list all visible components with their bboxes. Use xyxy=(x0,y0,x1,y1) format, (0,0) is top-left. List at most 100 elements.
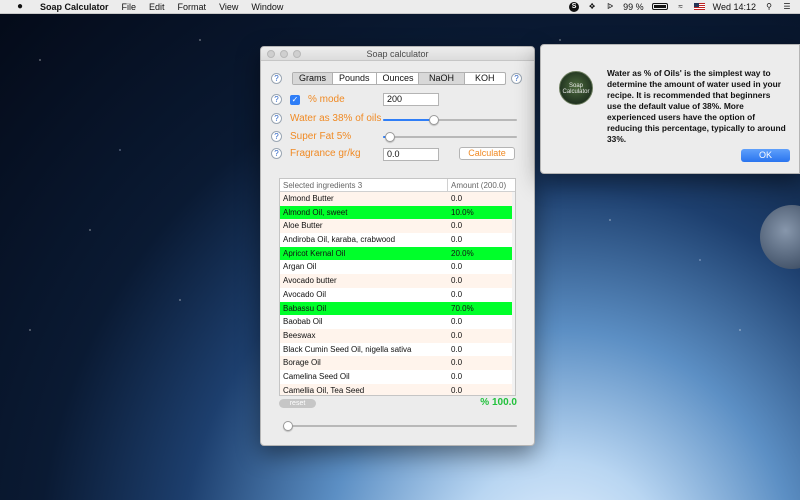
bottom-slider-knob[interactable] xyxy=(283,421,293,431)
ingredient-amount[interactable]: 0.0 xyxy=(448,315,514,329)
percent-mode-checkbox[interactable]: ✓ xyxy=(290,95,300,105)
dropbox-icon[interactable]: ❖ xyxy=(587,2,597,12)
ingredient-amount[interactable]: 0.0 xyxy=(448,384,514,395)
ok-button[interactable]: OK xyxy=(741,149,790,162)
ingredient-amount[interactable]: 0.0 xyxy=(448,192,514,206)
unit-segmented-control: Grams Pounds Ounces xyxy=(292,72,421,85)
ingredient-amount[interactable]: 0.0 xyxy=(448,274,514,288)
table-row[interactable]: Borage Oil 0.0 xyxy=(280,356,515,370)
help-lye-icon[interactable]: ? xyxy=(511,73,522,84)
flag-icon[interactable] xyxy=(693,3,705,10)
ingredient-name: Borage Oil xyxy=(283,358,321,368)
help-fragrance-icon[interactable]: ? xyxy=(271,148,282,159)
ingredient-amount[interactable]: 10.0% xyxy=(448,205,514,220)
skype-icon[interactable]: S xyxy=(569,1,580,12)
ingredient-name: Avocado butter xyxy=(283,276,337,286)
unit-ounces[interactable]: Ounces xyxy=(377,73,420,84)
ingredient-name: Camelina Seed Oil xyxy=(283,371,350,381)
calculate-button[interactable]: Calculate xyxy=(459,147,515,160)
ingredient-name: Beeswax xyxy=(283,330,316,340)
help-units-icon[interactable]: ? xyxy=(271,73,282,84)
table-row[interactable]: Camelina Seed Oil 0.0 xyxy=(280,370,515,384)
bottom-slider[interactable] xyxy=(283,421,517,431)
unit-pounds[interactable]: Pounds xyxy=(333,73,377,84)
table-row[interactable]: Argan Oil 0.0 xyxy=(280,260,515,274)
table-row[interactable]: Baobab Oil 0.0 xyxy=(280,315,515,329)
superfat-slider-knob[interactable] xyxy=(384,132,395,142)
table-row[interactable]: Babassu Oil 70.0% xyxy=(280,301,515,316)
help-water-icon[interactable]: ? xyxy=(271,113,282,124)
minimize-icon[interactable] xyxy=(280,50,288,58)
ingredient-amount[interactable]: 0.0 xyxy=(448,233,514,247)
superfat-label: Super Fat 5% xyxy=(290,131,352,142)
wifi-icon[interactable]: ≈ xyxy=(676,2,686,12)
help-message: Water as % of Oils' is the simplest way … xyxy=(607,68,786,144)
table-row[interactable]: Almond Oil, sweet 10.0% xyxy=(280,205,515,220)
table-row[interactable]: Camellia Oil, Tea Seed 0.0 xyxy=(280,383,515,395)
oil-amount-input[interactable]: 200 xyxy=(383,93,439,106)
table-row[interactable]: Avocado butter 0.0 xyxy=(280,274,515,288)
water-slider[interactable] xyxy=(383,115,517,125)
search-icon[interactable]: ⚲ xyxy=(764,2,774,12)
header-amount[interactable]: Amount (200.0) xyxy=(448,179,506,191)
header-ingredients[interactable]: Selected ingredients 3 xyxy=(280,179,448,191)
ingredients-table: Selected ingredients 3 Amount (200.0) Al… xyxy=(279,178,516,396)
table-row[interactable]: Avocado Oil 0.0 xyxy=(280,288,515,302)
ingredient-amount[interactable]: 0.0 xyxy=(448,343,514,357)
help-superfat-icon[interactable]: ? xyxy=(271,131,282,142)
lye-naoh[interactable]: NaOH xyxy=(419,73,466,84)
ingredient-amount[interactable]: 0.0 xyxy=(448,219,514,233)
menu-window[interactable]: Window xyxy=(251,2,283,12)
window-titlebar[interactable]: Soap calculator xyxy=(261,47,534,61)
table-body: Almond Butter 0.0 Almond Oil, sweet 10.0% Al… xyxy=(280,192,515,395)
clock[interactable]: Wed 14:12 xyxy=(713,2,756,12)
lye-segmented-control: NaOH KOH xyxy=(418,72,506,85)
table-row[interactable]: Black Cumin Seed Oil, nigella sativa 0.0 xyxy=(280,343,515,357)
table-scrollbar[interactable] xyxy=(512,192,515,395)
battery-icon[interactable] xyxy=(651,3,668,10)
ingredient-name: Baobab Oil xyxy=(283,317,323,327)
unit-grams[interactable]: Grams xyxy=(293,73,333,84)
ingredient-name: Camellia Oil, Tea Seed xyxy=(283,385,365,395)
table-row[interactable]: Almond Butter 0.0 xyxy=(280,192,515,206)
help-popup: Soap Calculator Water as % of Oils' is t… xyxy=(540,44,800,174)
table-row[interactable]: Andiroba Oil, karaba, crabwood 0.0 xyxy=(280,233,515,247)
ingredient-amount[interactable]: 0.0 xyxy=(448,260,514,274)
ingredient-amount[interactable]: 0.0 xyxy=(448,329,514,343)
superfat-slider[interactable] xyxy=(383,132,517,142)
help-mode-icon[interactable]: ? xyxy=(271,94,282,105)
table-row[interactable]: Aloe Butter 0.0 xyxy=(280,219,515,234)
ingredient-amount[interactable]: 0.0 xyxy=(448,288,514,302)
ingredient-name: Babassu Oil xyxy=(280,301,448,316)
ingredient-name: Black Cumin Seed Oil, nigella sativa xyxy=(283,344,412,354)
water-slider-knob[interactable] xyxy=(428,115,439,125)
menu-app-name[interactable]: Soap Calculator xyxy=(40,2,109,12)
menu-view[interactable]: View xyxy=(219,2,238,12)
menu-file[interactable]: File xyxy=(122,2,137,12)
soap-calculator-window: Soap calculator ? Grams Pounds Ounces Na… xyxy=(260,46,535,446)
ingredient-name: Andiroba Oil, karaba, crabwood xyxy=(283,235,396,245)
ingredient-amount[interactable]: 20.0% xyxy=(448,246,514,261)
percent-mode-label: % mode xyxy=(308,94,345,105)
ingredient-name: Almond Butter xyxy=(283,194,334,203)
bluetooth-icon[interactable]: ᐉ xyxy=(605,2,615,12)
close-icon[interactable] xyxy=(267,50,275,58)
ingredient-name: Avocado Oil xyxy=(283,289,326,299)
battery-percent: 99 % xyxy=(623,1,644,12)
window-title: Soap calculator xyxy=(366,49,429,59)
apple-icon[interactable]: ● xyxy=(14,1,26,12)
list-icon[interactable]: ☰ xyxy=(782,2,792,12)
zoom-icon[interactable] xyxy=(293,50,301,58)
ingredient-name: Argan Oil xyxy=(283,262,317,272)
menu-edit[interactable]: Edit xyxy=(149,2,165,12)
menu-extras: S ❖ ᐉ 99 % ≈ Wed 14:12 ⚲ ☰ xyxy=(569,1,800,12)
ingredient-amount[interactable]: 0.0 xyxy=(448,370,514,384)
reset-button[interactable]: reset xyxy=(279,399,316,408)
lye-koh[interactable]: KOH xyxy=(465,73,505,84)
ingredient-amount[interactable]: 70.0% xyxy=(448,301,514,316)
table-row[interactable]: Apricot Kernal Oil 20.0% xyxy=(280,246,515,261)
fragrance-input[interactable]: 0.0 xyxy=(383,148,439,161)
table-row[interactable]: Beeswax 0.0 xyxy=(280,328,515,343)
ingredient-amount[interactable]: 0.0 xyxy=(448,356,514,370)
menu-format[interactable]: Format xyxy=(178,2,207,12)
